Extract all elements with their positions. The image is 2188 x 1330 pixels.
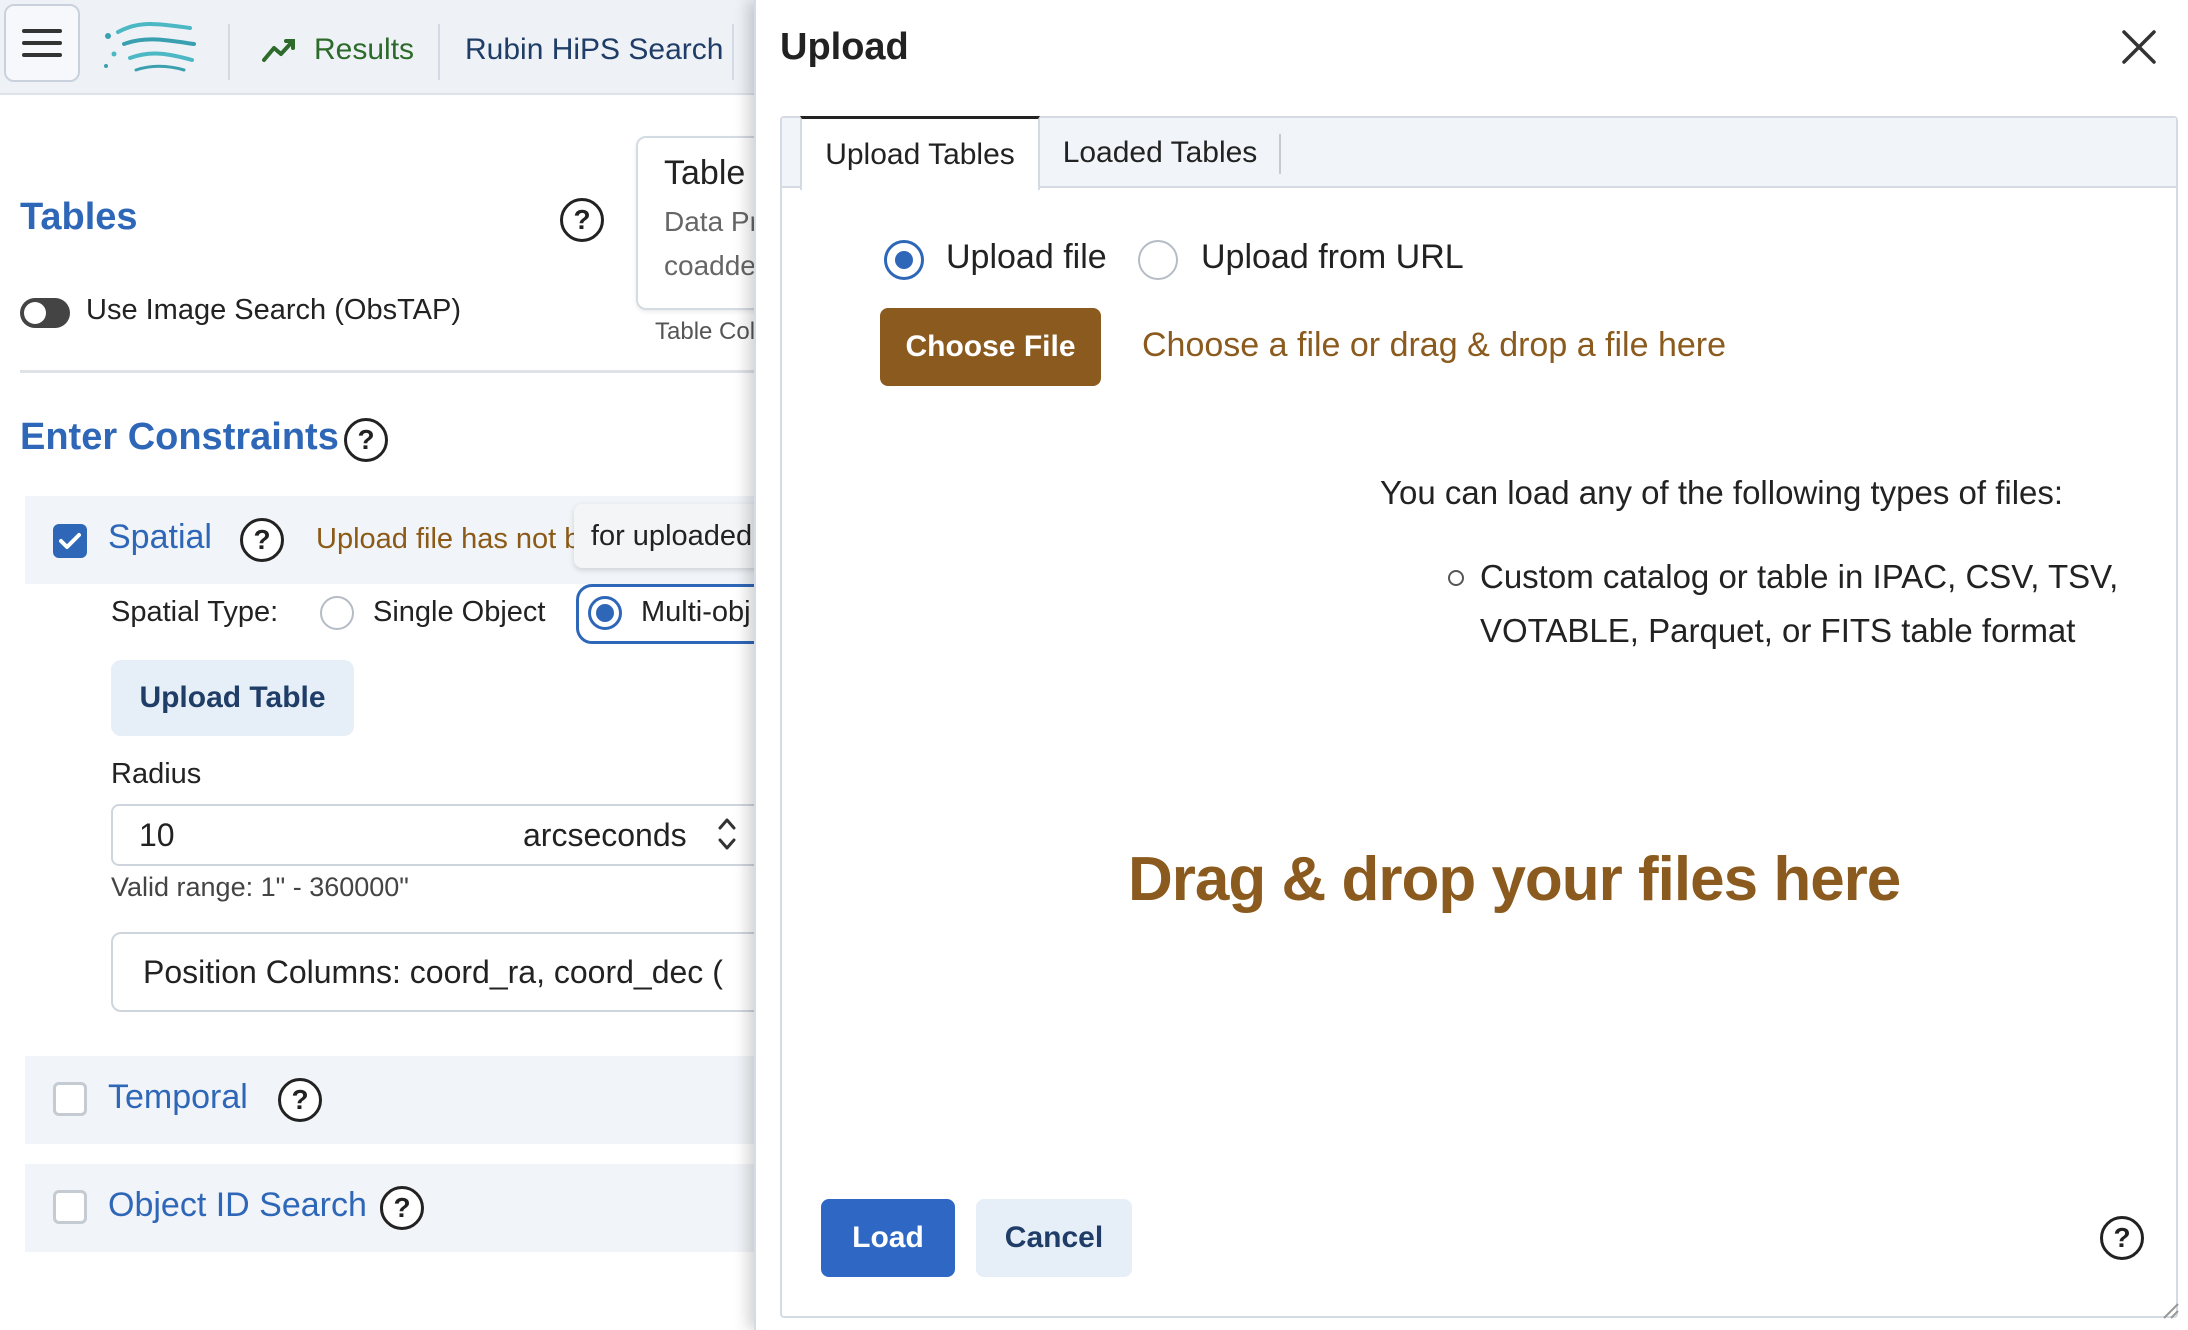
- choose-file-button[interactable]: Choose File: [880, 308, 1101, 386]
- multi-object-radio[interactable]: [588, 596, 622, 630]
- resize-grip-icon[interactable]: [2158, 1298, 2180, 1320]
- object-id-help-icon[interactable]: ?: [380, 1186, 424, 1230]
- table-card-subtitle: Data Pr: [664, 206, 759, 237]
- load-button[interactable]: Load: [821, 1199, 955, 1277]
- upload-from-url-label[interactable]: Upload from URL: [1201, 238, 1464, 277]
- dialog-help-icon[interactable]: ?: [2100, 1216, 2144, 1260]
- upload-file-radio[interactable]: [884, 240, 924, 280]
- file-types-intro: You can load any of the following types …: [1380, 474, 2064, 511]
- image-search-toggle[interactable]: [20, 298, 70, 328]
- constraints-title: Enter Constraints: [20, 416, 339, 458]
- file-types-item: Custom catalog or table in IPAC, CSV, TS…: [1480, 558, 2119, 595]
- table-card-title: Table (: [664, 154, 767, 192]
- constraints-help-icon[interactable]: ?: [344, 418, 388, 462]
- dialog-content-panel: [780, 116, 2178, 1318]
- upload-table-button[interactable]: Upload Table: [111, 660, 354, 736]
- tab-results[interactable]: Results: [262, 30, 414, 70]
- toolbar-separator: [732, 24, 734, 80]
- spatial-label[interactable]: Spatial: [108, 518, 212, 557]
- image-search-toggle-label: Use Image Search (ObsTAP): [86, 294, 461, 326]
- temporal-help-icon[interactable]: ?: [278, 1078, 322, 1122]
- object-id-checkbox[interactable]: [53, 1190, 87, 1224]
- hamburger-icon: [22, 29, 62, 57]
- tab-separator: [1279, 134, 1281, 174]
- upload-from-url-radio[interactable]: [1138, 240, 1178, 280]
- close-icon: [2122, 30, 2156, 64]
- drop-zone-text[interactable]: Drag & drop your files here: [1128, 844, 1901, 915]
- menu-button[interactable]: [4, 4, 80, 82]
- tab-rubin-hips-search[interactable]: Rubin HiPS Search: [465, 30, 723, 70]
- spatial-checkbox[interactable]: [53, 524, 87, 558]
- tables-help-icon[interactable]: ?: [560, 198, 604, 242]
- spatial-type-label: Spatial Type:: [111, 596, 279, 628]
- upload-file-label[interactable]: Upload file: [946, 238, 1107, 277]
- toolbar-separator: [228, 24, 230, 80]
- chart-line-icon: [262, 39, 295, 62]
- spatial-help-icon[interactable]: ?: [240, 518, 284, 562]
- temporal-label[interactable]: Temporal: [108, 1078, 248, 1117]
- radius-label: Radius: [111, 758, 202, 790]
- cancel-button[interactable]: Cancel: [976, 1199, 1132, 1277]
- section-divider: [20, 370, 760, 373]
- position-columns-field[interactable]: Position Columns: coord_ra, coord_dec (: [111, 932, 811, 1012]
- single-object-radio[interactable]: [320, 596, 354, 630]
- chevron-updown-icon: [716, 814, 738, 854]
- valid-range-text: Valid range: 1" - 360000": [111, 872, 409, 902]
- table-card-description: coadde: [664, 250, 756, 281]
- toolbar-separator: [438, 24, 440, 80]
- dialog-title: Upload: [780, 26, 909, 68]
- temporal-checkbox[interactable]: [53, 1082, 87, 1116]
- multi-object-label[interactable]: Multi-obj: [641, 596, 751, 629]
- tables-title: Tables: [20, 196, 138, 238]
- close-button[interactable]: [2120, 28, 2158, 66]
- table-col-label: Table Col: [655, 318, 756, 345]
- tab-upload-tables[interactable]: Upload Tables: [800, 116, 1040, 190]
- object-id-label[interactable]: Object ID Search: [108, 1186, 367, 1225]
- single-object-label[interactable]: Single Object: [373, 596, 546, 629]
- tab-loaded-tables[interactable]: Loaded Tables: [1040, 118, 1280, 188]
- app-logo-icon[interactable]: [100, 14, 200, 78]
- file-types-item-continued: VOTABLE, Parquet, or FITS table format: [1480, 612, 2076, 649]
- radius-input[interactable]: 10: [111, 804, 497, 866]
- upload-warning-text: Upload file has not b: [316, 523, 581, 555]
- tab-rubin-hips-search-label: Rubin HiPS Search: [465, 33, 724, 66]
- checkmark-icon: [59, 533, 81, 549]
- choose-file-hint: Choose a file or drag & drop a file here: [1142, 326, 1727, 364]
- bullet-icon: [1448, 570, 1464, 586]
- tab-results-label: Results: [314, 33, 415, 66]
